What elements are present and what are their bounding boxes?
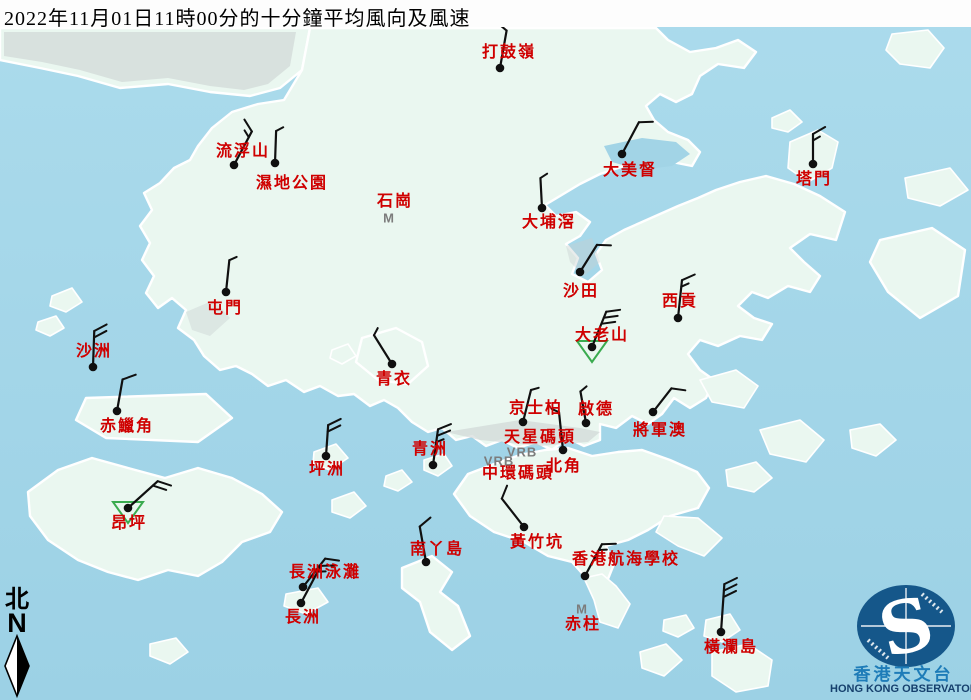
station-label-stanley[interactable]: 赤柱	[565, 617, 601, 633]
station-label-lamma-island[interactable]: 南丫島	[410, 542, 464, 558]
station-dot[interactable]	[388, 360, 397, 369]
station-dot[interactable]	[520, 523, 529, 532]
wind-map: 打鼓嶺流浮山濕地公園石崗M大美督大埔滘塔門屯門沙洲赤鱲角青衣沙田西貢大老山京士柏…	[0, 0, 971, 700]
station-label-wong-chuk-hang[interactable]: 黃竹坑	[510, 535, 564, 551]
station-label-hk-sea-school[interactable]: 香港航海學校	[572, 552, 680, 568]
station-dot[interactable]	[113, 407, 122, 416]
station-label-lau-fau-shan[interactable]: 流浮山	[216, 144, 270, 160]
station-label-tai-po-kau[interactable]: 大埔滘	[522, 215, 576, 231]
station-label-wetland-park[interactable]: 濕地公園	[256, 176, 328, 192]
station-label-ta-kwu-ling[interactable]: 打鼓嶺	[482, 45, 536, 61]
wind-barb-staff	[540, 178, 542, 208]
station-label-sai-kung[interactable]: 西貢	[662, 294, 698, 310]
north-label-en: N	[2, 610, 32, 637]
station-label-tai-mei-tuk[interactable]: 大美督	[603, 163, 657, 179]
station-label-kings-park[interactable]: 京士柏	[509, 401, 563, 417]
station-dot[interactable]	[618, 150, 627, 159]
station-label-tuen-mun[interactable]: 屯門	[207, 301, 243, 317]
station-dot[interactable]	[649, 408, 658, 417]
station-label-sha-tin[interactable]: 沙田	[563, 284, 599, 300]
hko-logo-icon: S	[836, 582, 971, 672]
station-dot[interactable]	[809, 160, 818, 169]
north-arrow-icon	[0, 634, 46, 700]
station-label-star-ferry-pier[interactable]: 天星碼頭	[504, 430, 576, 446]
station-dot[interactable]	[674, 314, 683, 323]
station-label-tap-mun[interactable]: 塔門	[796, 172, 832, 188]
title-bar: 2022年11月01日11時00分的十分鐘平均風向及風速	[0, 0, 971, 27]
station-dot[interactable]	[299, 583, 308, 592]
station-dot[interactable]	[559, 446, 568, 455]
station-dot[interactable]	[429, 461, 438, 470]
hko-logo-name-en: HONG KONG OBSERVATORY	[830, 684, 971, 695]
station-label-tates-cairn[interactable]: 大老山	[575, 328, 629, 344]
station-label-sha-chau[interactable]: 沙洲	[76, 344, 112, 360]
wind-barb-staff	[275, 131, 276, 163]
station-dot[interactable]	[222, 288, 231, 297]
station-dot[interactable]	[89, 363, 98, 372]
station-dot[interactable]	[519, 418, 528, 427]
station-dot[interactable]	[581, 572, 590, 581]
station-dot[interactable]	[230, 161, 239, 170]
station-label-shek-kong[interactable]: 石崗	[377, 194, 413, 210]
station-label-cheung-chau[interactable]: 長洲	[285, 610, 321, 626]
station-label-peng-chau[interactable]: 坪洲	[309, 462, 345, 478]
map-title: 2022年11月01日11時00分的十分鐘平均風向及風速	[4, 2, 471, 31]
station-dot[interactable]	[297, 599, 306, 608]
station-label-chek-lap-kok[interactable]: 赤鱲角	[100, 419, 154, 435]
station-dot[interactable]	[322, 452, 331, 461]
station-dot[interactable]	[538, 204, 547, 213]
hong-kong-map	[0, 0, 971, 700]
station-label-green-island[interactable]: 青洲	[412, 442, 448, 458]
hko-logo-name-zh: 香港天文台	[836, 666, 971, 683]
station-label-tsing-yi[interactable]: 青衣	[376, 372, 412, 388]
station-label-waglan-island[interactable]: 橫瀾島	[704, 640, 758, 656]
station-label-tseung-kwan-o[interactable]: 將軍澳	[633, 423, 687, 439]
hko-logo: S 香港天文台 HONG KONG OBSERVATORY	[836, 582, 971, 700]
station-label-ngong-ping[interactable]: 昂坪	[111, 516, 147, 532]
station-dot[interactable]	[271, 159, 280, 168]
station-dot[interactable]	[582, 419, 591, 428]
north-compass: 北 N	[0, 588, 46, 700]
station-dot[interactable]	[576, 268, 585, 277]
station-label-cheung-chau-beach[interactable]: 長洲泳灘	[289, 565, 361, 581]
station-dot[interactable]	[496, 64, 505, 73]
station-dot[interactable]	[124, 504, 133, 513]
station-dot[interactable]	[422, 558, 431, 567]
station-dot[interactable]	[717, 628, 726, 637]
station-label-central-pier[interactable]: 中環碼頭	[482, 466, 554, 482]
station-label-kai-tak[interactable]: 啟德	[578, 402, 614, 418]
